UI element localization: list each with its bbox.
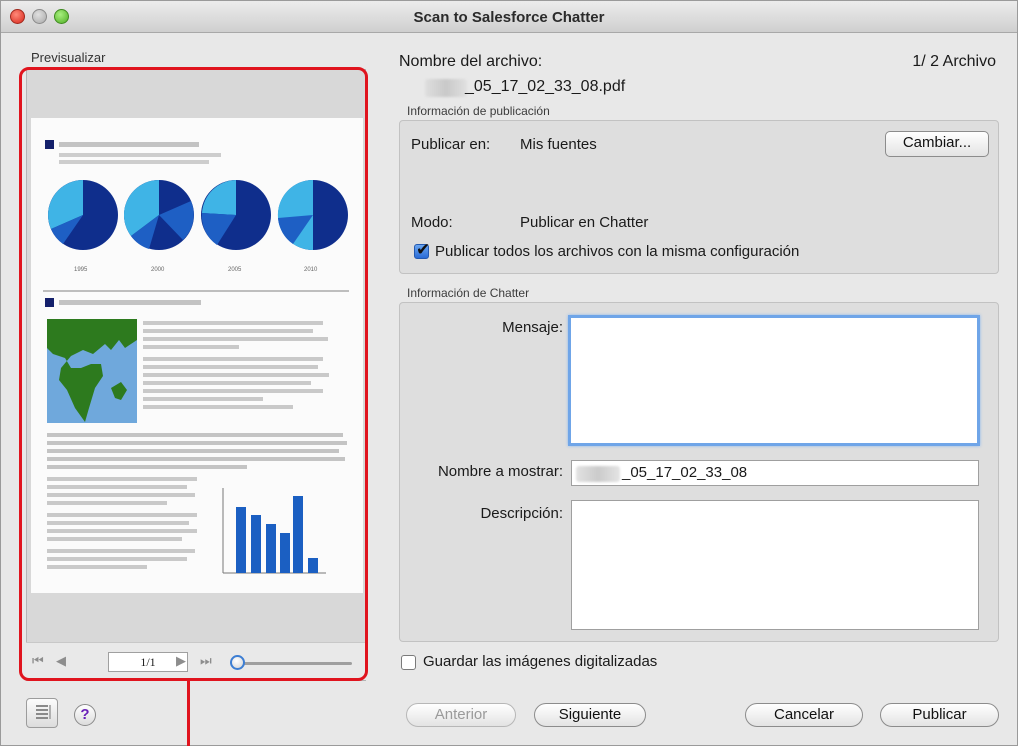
display-name-input[interactable]: _05_17_02_33_08 [571,460,979,486]
file-name-label: Nombre del archivo: [399,53,543,70]
highlight-annotation-frame [19,67,368,681]
list-icon [36,705,51,719]
message-label: Mensaje: [502,319,563,336]
window-title: Scan to Salesforce Chatter [413,9,605,26]
display-name-label: Nombre a mostrar: [437,463,563,480]
previous-button[interactable]: Anterior [406,703,516,727]
same-config-label: Publicar todos los archivos con la misma… [435,243,800,260]
preview-label: Previsualizar [31,50,106,65]
display-name-value: _05_17_02_33_08 [622,464,748,481]
publish-to-value: Mis fuentes [520,136,597,153]
publish-info-section-label: Información de publicación [407,104,550,118]
help-button[interactable]: ? [74,704,96,726]
change-button[interactable]: Cambiar... [885,131,989,157]
cancel-button[interactable]: Cancelar [745,703,863,727]
callout-line [187,681,190,746]
mode-label: Modo: [411,214,453,231]
save-images-checkbox[interactable] [401,655,416,670]
message-textarea[interactable] [568,315,980,446]
description-textarea[interactable] [571,500,979,630]
mode-value: Publicar en Chatter [520,214,649,231]
chatter-info-section-label: Información de Chatter [407,286,530,300]
same-config-checkbox[interactable]: ✔ [414,240,430,259]
save-images-label: Guardar las imágenes digitalizadas [423,653,658,670]
next-button[interactable]: Siguiente [534,703,646,727]
redacted-name-prefix [576,466,620,482]
redacted-filename-prefix [425,79,467,97]
file-name-value: _05_17_02_33_08.pdf [465,78,626,95]
checkmark-icon: ✔ [416,240,431,259]
app-window: Scan to Salesforce Chatter Previsualizar [0,0,1018,746]
publish-button[interactable]: Publicar [880,703,999,727]
title-bar: Scan to Salesforce Chatter [1,1,1017,33]
publish-to-label: Publicar en: [411,136,491,153]
file-counter: 1/ 2 Archivo [912,53,996,70]
description-label: Descripción: [480,505,563,522]
toggle-panel-button[interactable] [26,698,58,728]
